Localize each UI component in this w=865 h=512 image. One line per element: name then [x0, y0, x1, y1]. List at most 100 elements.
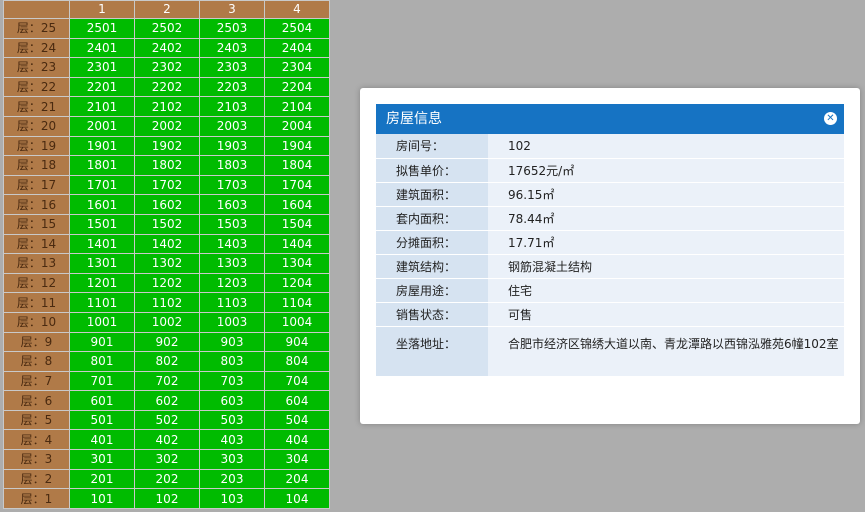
unit-cell[interactable]: 2204	[264, 76, 330, 98]
unit-cell[interactable]: 1902	[134, 135, 200, 157]
unit-cell[interactable]: 1102	[134, 292, 200, 313]
unit-cell[interactable]: 303	[199, 449, 265, 470]
unit-cell[interactable]: 1202	[134, 272, 200, 294]
unit-cell[interactable]: 1303	[199, 253, 265, 274]
unit-cell[interactable]: 1403	[199, 233, 265, 255]
unit-cell[interactable]: 2303	[199, 57, 265, 78]
unit-cell[interactable]: 403	[199, 429, 265, 451]
unit-cell[interactable]: 2504	[264, 18, 330, 39]
unit-cell[interactable]: 1603	[199, 194, 265, 215]
unit-cell[interactable]: 2003	[199, 115, 265, 137]
unit-cell[interactable]: 1701	[69, 174, 135, 196]
unit-cell[interactable]: 804	[264, 351, 330, 372]
unit-cell[interactable]: 1503	[199, 213, 265, 235]
unit-cell[interactable]: 2302	[134, 57, 200, 78]
unit-cell[interactable]: 304	[264, 449, 330, 470]
unit-cell[interactable]: 604	[264, 390, 330, 411]
unit-cell[interactable]: 701	[69, 370, 135, 392]
unit-cell[interactable]: 1602	[134, 194, 200, 215]
unit-cell[interactable]: 1404	[264, 233, 330, 255]
unit-cell[interactable]: 2203	[199, 76, 265, 98]
unit-cell[interactable]: 1003	[199, 311, 265, 333]
unit-cell[interactable]: 1801	[69, 155, 135, 176]
unit-cell[interactable]: 202	[134, 468, 200, 490]
unit-cell[interactable]: 603	[199, 390, 265, 411]
unit-cell[interactable]: 1002	[134, 311, 200, 333]
unit-cell[interactable]: 1004	[264, 311, 330, 333]
unit-cell[interactable]: 1504	[264, 213, 330, 235]
unit-cell[interactable]: 101	[69, 488, 135, 509]
unit-cell[interactable]: 2403	[199, 37, 265, 59]
unit-cell[interactable]: 404	[264, 429, 330, 451]
unit-cell[interactable]: 501	[69, 409, 135, 431]
unit-cell[interactable]: 503	[199, 409, 265, 431]
unit-cell[interactable]: 1204	[264, 272, 330, 294]
unit-cell[interactable]: 802	[134, 351, 200, 372]
unit-cell[interactable]: 702	[134, 370, 200, 392]
unit-cell[interactable]: 2004	[264, 115, 330, 137]
unit-cell[interactable]: 1301	[69, 253, 135, 274]
unit-cell[interactable]: 201	[69, 468, 135, 490]
unit-cell[interactable]: 1802	[134, 155, 200, 176]
unit-cell[interactable]: 2102	[134, 96, 200, 117]
unit-cell[interactable]: 2304	[264, 57, 330, 78]
unit-cell[interactable]: 2001	[69, 115, 135, 137]
unit-cell[interactable]: 103	[199, 488, 265, 509]
unit-cell[interactable]: 2404	[264, 37, 330, 59]
unit-cell[interactable]: 801	[69, 351, 135, 372]
unit-cell[interactable]: 1001	[69, 311, 135, 333]
unit-cell[interactable]: 102	[134, 488, 200, 509]
unit-cell[interactable]: 1604	[264, 194, 330, 215]
unit-cell[interactable]: 401	[69, 429, 135, 451]
close-icon[interactable]: ✕	[824, 112, 837, 125]
unit-cell[interactable]: 302	[134, 449, 200, 470]
unit-cell[interactable]: 502	[134, 409, 200, 431]
unit-cell[interactable]: 204	[264, 468, 330, 490]
unit-cell[interactable]: 703	[199, 370, 265, 392]
unit-cell[interactable]: 2503	[199, 18, 265, 39]
unit-cell[interactable]: 1501	[69, 213, 135, 235]
unit-cell[interactable]: 902	[134, 331, 200, 353]
unit-cell[interactable]: 1704	[264, 174, 330, 196]
unit-cell[interactable]: 2402	[134, 37, 200, 59]
unit-cell[interactable]: 1201	[69, 272, 135, 294]
unit-cell[interactable]: 2201	[69, 76, 135, 98]
unit-cell[interactable]: 2502	[134, 18, 200, 39]
unit-cell[interactable]: 1203	[199, 272, 265, 294]
unit-cell[interactable]: 2002	[134, 115, 200, 137]
unit-cell[interactable]: 904	[264, 331, 330, 353]
unit-cell[interactable]: 1103	[199, 292, 265, 313]
unit-cell[interactable]: 2101	[69, 96, 135, 117]
unit-cell[interactable]: 301	[69, 449, 135, 470]
unit-cell[interactable]: 402	[134, 429, 200, 451]
unit-cell[interactable]: 504	[264, 409, 330, 431]
unit-cell[interactable]: 1601	[69, 194, 135, 215]
unit-cell[interactable]: 1702	[134, 174, 200, 196]
unit-cell[interactable]: 1401	[69, 233, 135, 255]
unit-cell[interactable]: 1703	[199, 174, 265, 196]
unit-cell[interactable]: 2103	[199, 96, 265, 117]
unit-cell[interactable]: 2104	[264, 96, 330, 117]
unit-cell[interactable]: 1101	[69, 292, 135, 313]
unit-cell[interactable]: 104	[264, 488, 330, 509]
unit-cell[interactable]: 2401	[69, 37, 135, 59]
unit-cell[interactable]: 1903	[199, 135, 265, 157]
unit-cell[interactable]: 1304	[264, 253, 330, 274]
unit-cell[interactable]: 1804	[264, 155, 330, 176]
unit-cell[interactable]: 2301	[69, 57, 135, 78]
unit-cell[interactable]: 704	[264, 370, 330, 392]
unit-cell[interactable]: 1302	[134, 253, 200, 274]
unit-cell[interactable]: 1502	[134, 213, 200, 235]
unit-cell[interactable]: 602	[134, 390, 200, 411]
unit-cell[interactable]: 803	[199, 351, 265, 372]
unit-cell[interactable]: 1104	[264, 292, 330, 313]
unit-cell[interactable]: 2501	[69, 18, 135, 39]
unit-cell[interactable]: 1901	[69, 135, 135, 157]
unit-cell[interactable]: 203	[199, 468, 265, 490]
unit-cell[interactable]: 1402	[134, 233, 200, 255]
unit-cell[interactable]: 1904	[264, 135, 330, 157]
unit-cell[interactable]: 601	[69, 390, 135, 411]
unit-cell[interactable]: 903	[199, 331, 265, 353]
unit-cell[interactable]: 901	[69, 331, 135, 353]
unit-cell[interactable]: 1803	[199, 155, 265, 176]
